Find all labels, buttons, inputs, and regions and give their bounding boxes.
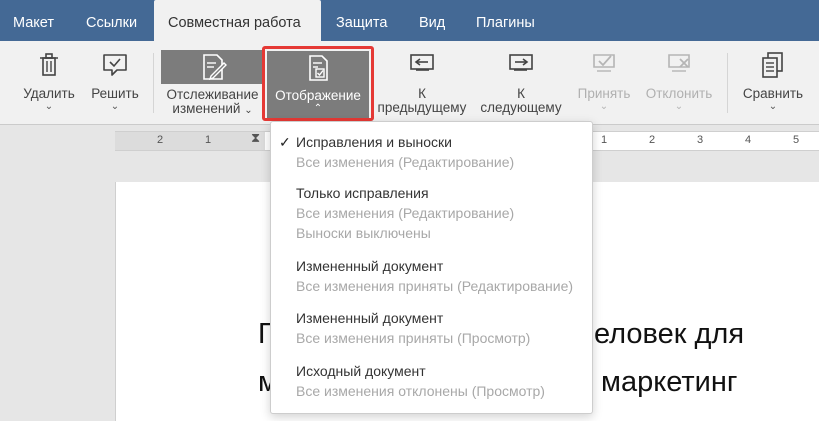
document-text: маркетинг <box>601 366 738 398</box>
previous-label-line2: предыдущему <box>377 100 467 115</box>
menu-item-title: Измененный документ <box>296 258 444 274</box>
chevron-down-icon: ⌄ <box>599 101 609 112</box>
track-changes-pressed-bg <box>161 50 264 84</box>
accept-check-icon <box>593 54 615 72</box>
toolbar-separator <box>727 53 728 113</box>
ruler-indent-marker[interactable]: ⧗ <box>251 130 260 146</box>
menu-item-subtitle: Все изменения (Редактирование) <box>296 205 515 221</box>
compare-documents-icon <box>762 52 783 78</box>
ruler-number: 4 <box>745 134 752 146</box>
menu-item-subtitle: Все изменения приняты (Просмотр) <box>296 330 531 346</box>
resolve-label: Решить <box>91 86 139 101</box>
menu-item-title: Исходный документ <box>296 363 426 379</box>
chevron-down-icon: ⌄ <box>768 101 778 112</box>
menu-item-markup-balloons[interactable]: ✓ Исправления и выноски Все изменения (Р… <box>271 132 592 177</box>
tab-layout[interactable]: Макет <box>13 0 54 41</box>
ruler-number: 3 <box>697 134 704 146</box>
menu-item-subtitle: Все изменения отклонены (Просмотр) <box>296 383 545 399</box>
document-text: еловек для <box>594 318 745 350</box>
tab-references[interactable]: Ссылки <box>86 0 137 41</box>
menu-item-markup-only[interactable]: Только исправления Все изменения (Редакт… <box>271 185 592 249</box>
previous-change-button[interactable]: К предыдущему <box>376 50 468 115</box>
reject-x-icon <box>668 54 690 72</box>
menu-item-title: Исправления и выноски <box>296 134 452 150</box>
track-changes-label-line2: изменений ⌄ <box>172 101 253 117</box>
resolve-button[interactable]: Решить ⌄ <box>87 50 143 112</box>
track-changes-label-line1: Отслеживание <box>166 87 259 102</box>
previous-label-line1: К <box>418 86 426 101</box>
menu-item-original[interactable]: Исходный документ Все изменения отклонен… <box>271 363 592 408</box>
menu-item-final-edit[interactable]: Измененный документ Все изменения принят… <box>271 258 592 303</box>
ruler-number: 1 <box>205 134 212 146</box>
menu-item-title: Только исправления <box>296 185 429 201</box>
menu-item-title: Измененный документ <box>296 310 444 326</box>
menu-item-subtitle: Выноски выключены <box>296 225 431 241</box>
menu-item-subtitle: Все изменения приняты (Редактирование) <box>296 278 574 294</box>
chevron-down-icon: ⌄ <box>674 101 684 112</box>
toolbar: Удалить ⌄ Решить ⌄ Отслеживание изменени… <box>0 41 819 125</box>
chevron-down-icon: ⌄ <box>244 105 253 116</box>
chevron-down-icon: ⌄ <box>110 101 120 112</box>
toolbar-separator <box>153 53 154 113</box>
track-changes-button[interactable]: Отслеживание изменений ⌄ <box>161 50 264 118</box>
display-mode-menu: ✓ Исправления и выноски Все изменения (Р… <box>270 121 593 414</box>
next-label-line2: следующему <box>480 100 562 115</box>
reject-button[interactable]: Отклонить ⌄ <box>642 50 716 112</box>
delete-label: Удалить <box>23 86 75 101</box>
arrow-left-icon <box>410 54 434 71</box>
tab-collaboration[interactable]: Совместная работа <box>154 0 321 41</box>
ruler-number: 1 <box>601 134 608 146</box>
tab-bar: Макет Ссылки Совместная работа Защита Ви… <box>0 0 819 41</box>
arrow-right-icon <box>509 54 533 71</box>
document-pencil-icon <box>202 54 227 81</box>
delete-button[interactable]: Удалить ⌄ <box>20 50 78 112</box>
ruler-number: 5 <box>793 134 800 146</box>
check-icon: ✓ <box>279 134 291 150</box>
tab-view[interactable]: Вид <box>419 0 445 41</box>
tab-plugins[interactable]: Плагины <box>476 0 535 41</box>
ruler-number: 2 <box>649 134 656 146</box>
chevron-down-icon: ⌄ <box>44 101 54 112</box>
menu-item-final-view[interactable]: Измененный документ Все изменения принят… <box>271 310 592 355</box>
next-label-line1: К <box>517 86 525 101</box>
next-change-button[interactable]: К следующему <box>475 50 567 115</box>
tab-protection[interactable]: Защита <box>336 0 387 41</box>
highlight-box <box>262 46 374 121</box>
compare-button[interactable]: Сравнить ⌄ <box>738 50 808 112</box>
ruler-number: 2 <box>157 134 164 146</box>
reject-label: Отклонить <box>645 86 713 101</box>
comment-check-icon <box>103 54 127 76</box>
accept-label: Принять <box>577 86 631 101</box>
menu-item-subtitle: Все изменения (Редактирование) <box>296 154 515 170</box>
accept-button[interactable]: Принять ⌄ <box>573 50 635 112</box>
trash-icon <box>40 53 58 76</box>
compare-label: Сравнить <box>742 86 804 101</box>
